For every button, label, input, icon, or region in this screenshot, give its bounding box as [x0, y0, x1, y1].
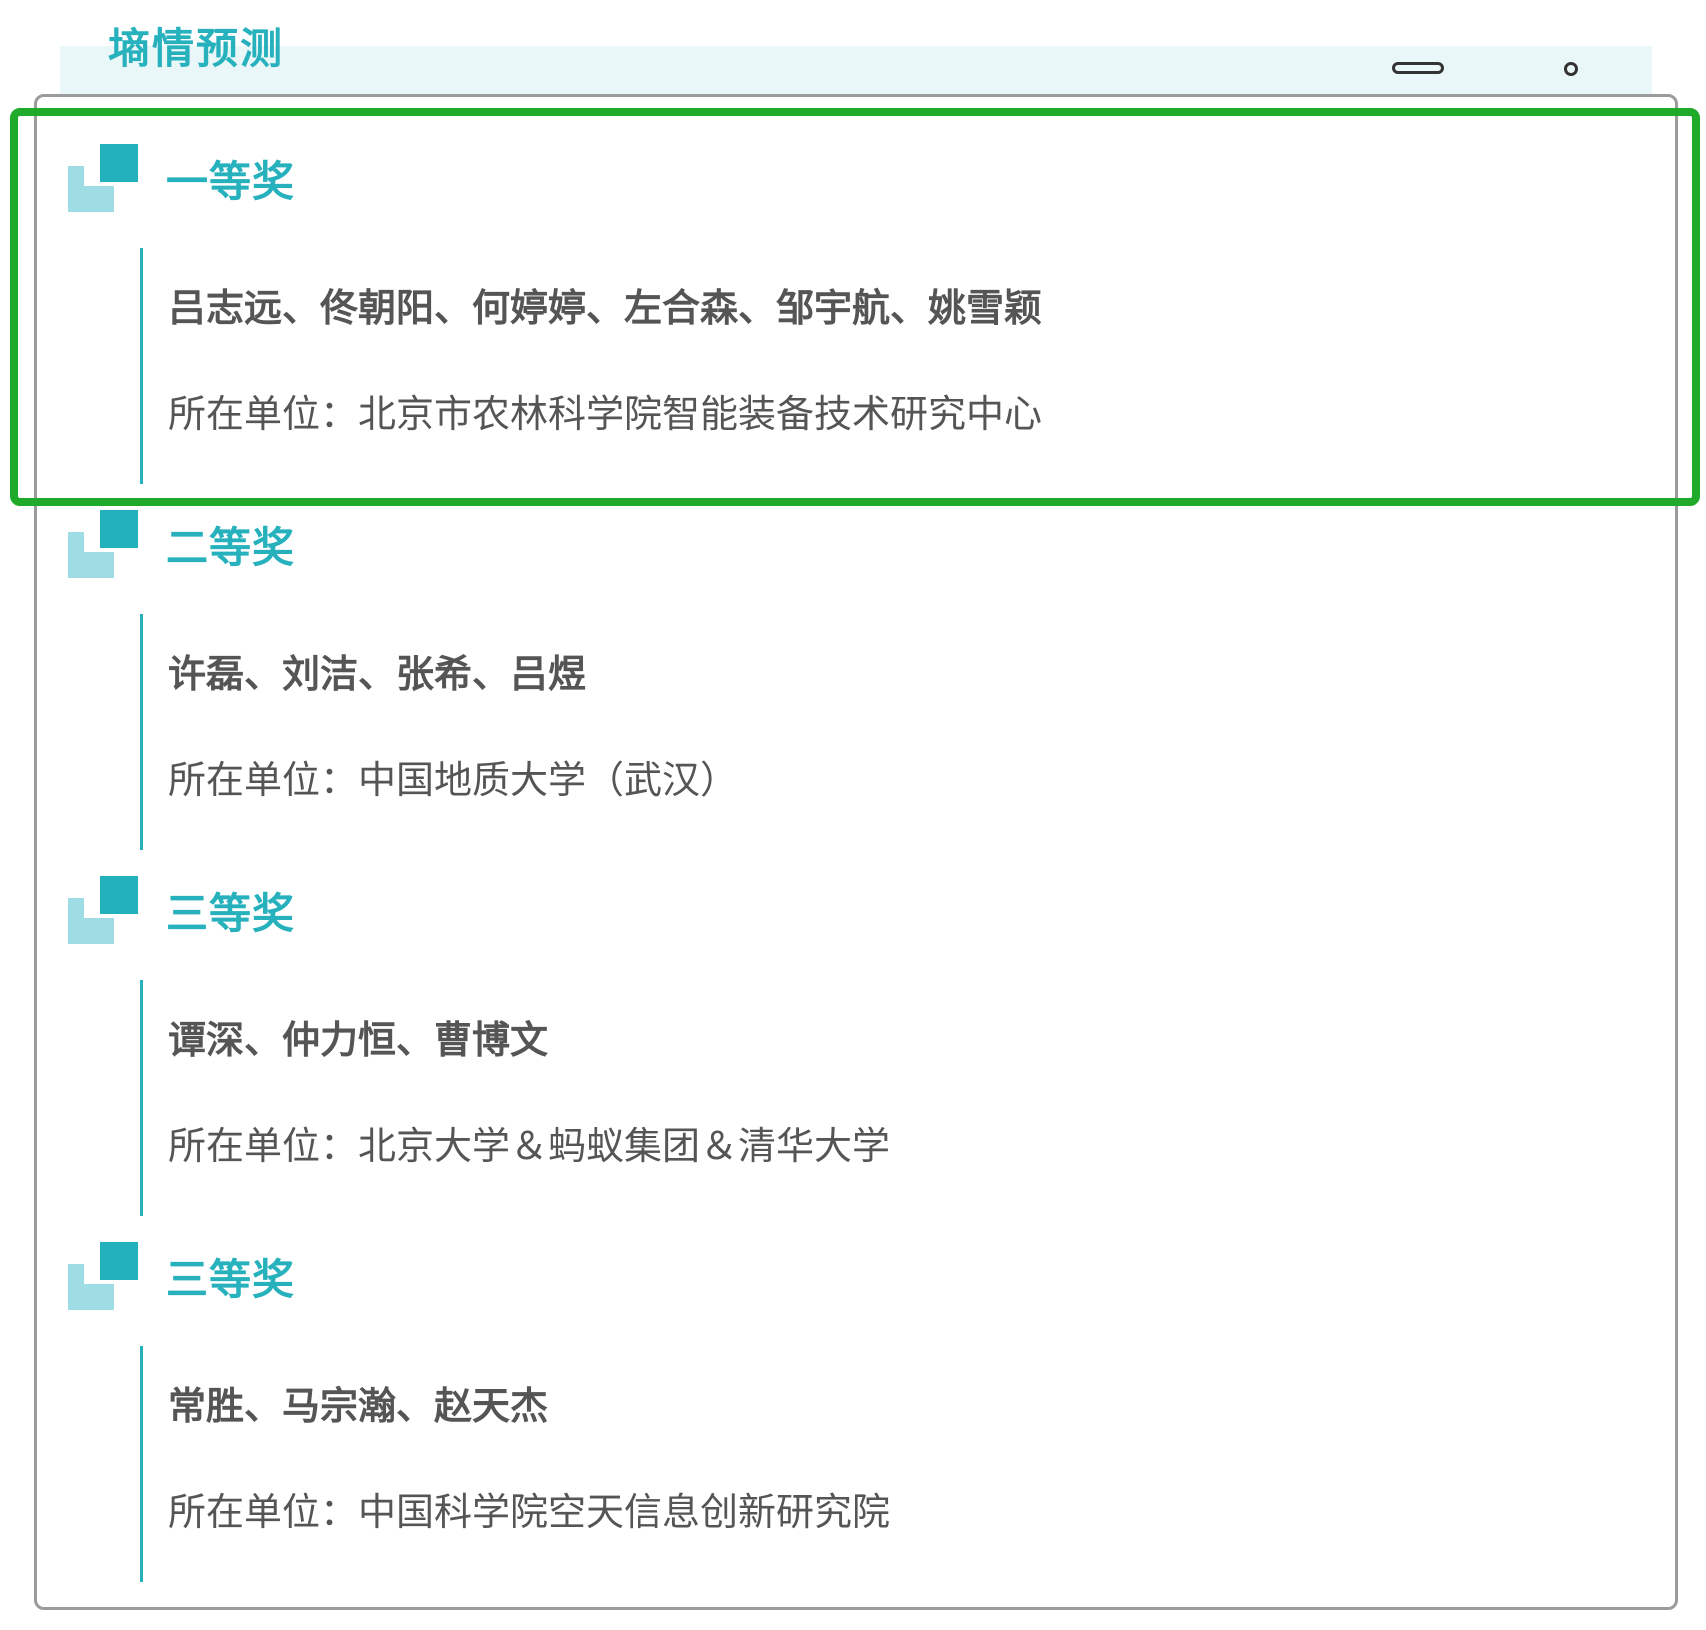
pill-icon	[1392, 62, 1444, 74]
award-title: 三等奖	[166, 1255, 296, 1304]
award-divider-line	[140, 1346, 143, 1582]
award-square-dark	[100, 510, 138, 548]
award-unit: 所在单位：中国科学院空天信息创新研究院	[168, 1490, 891, 1534]
dot-icon	[1564, 62, 1578, 76]
award-title: 三等奖	[166, 889, 296, 938]
page-title: 墒情预测	[108, 24, 285, 73]
page: 墒情预测 一等奖 吕志远、佟朝阳、何婷婷、左合森、邹宇航、姚雪颖 所在单位：北京…	[0, 0, 1706, 1630]
award-section-second: 二等奖 许磊、刘洁、张希、吕煜 所在单位：中国地质大学（武汉）	[0, 510, 1706, 876]
award-square-dark	[100, 1242, 138, 1280]
award-title: 二等奖	[166, 523, 296, 572]
award-winners: 许磊、刘洁、张希、吕煜	[168, 652, 587, 696]
award-divider-line	[140, 614, 143, 850]
highlight-box	[10, 108, 1700, 506]
award-section-fourth: 三等奖 常胜、马宗瀚、赵天杰 所在单位：中国科学院空天信息创新研究院	[0, 1242, 1706, 1608]
award-winners: 常胜、马宗瀚、赵天杰	[168, 1384, 549, 1428]
award-squares-icon	[68, 1242, 138, 1312]
award-unit: 所在单位：中国地质大学（武汉）	[168, 758, 739, 802]
award-squares-icon	[68, 876, 138, 946]
award-squares-icon	[68, 510, 138, 580]
award-winners: 谭深、仲力恒、曹博文	[168, 1018, 549, 1062]
award-divider-line	[140, 980, 143, 1216]
award-square-dark	[100, 876, 138, 914]
award-unit: 所在单位：北京大学＆蚂蚁集团＆清华大学	[168, 1124, 891, 1168]
award-section-third: 三等奖 谭深、仲力恒、曹博文 所在单位：北京大学＆蚂蚁集团＆清华大学	[0, 876, 1706, 1242]
